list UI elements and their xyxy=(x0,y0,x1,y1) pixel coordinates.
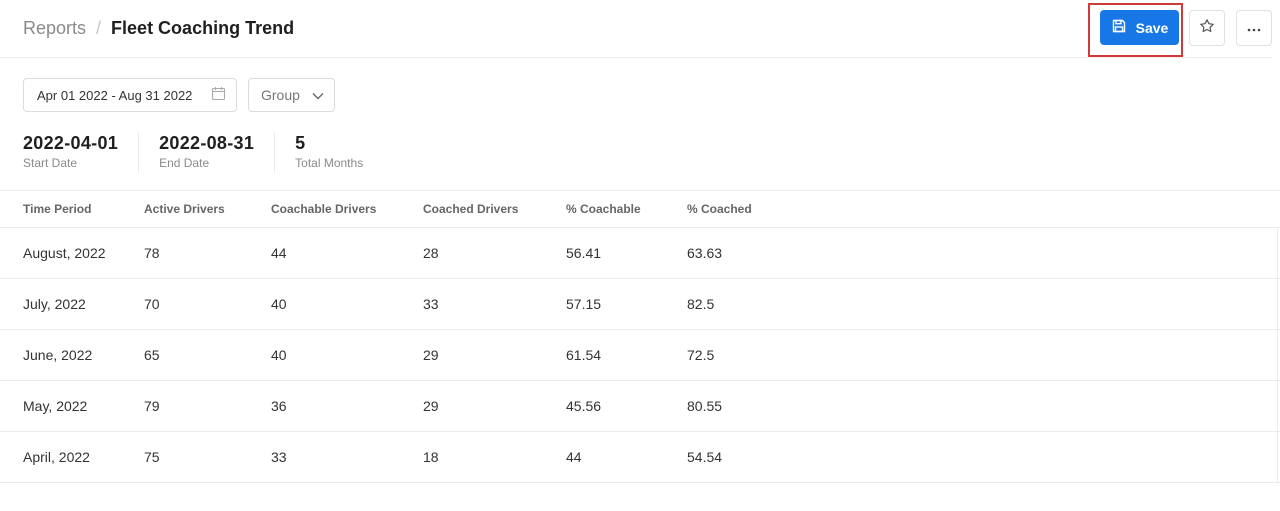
filter-bar: Apr 01 2022 - Aug 31 2022 Group xyxy=(23,78,335,112)
column-header[interactable]: Coached Drivers xyxy=(423,191,518,227)
table-cell: 80.55 xyxy=(687,398,723,414)
report-table: Time Period Active Drivers Coachable Dri… xyxy=(0,190,1280,483)
table-cell: May, 2022 xyxy=(23,398,88,414)
table-cell: June, 2022 xyxy=(23,347,93,363)
table-cell: 18 xyxy=(423,449,439,465)
table-cell: April, 2022 xyxy=(23,449,90,465)
group-select-placeholder: Group xyxy=(261,87,300,103)
chevron-down-icon xyxy=(312,87,324,103)
table-cell: 61.54 xyxy=(566,347,602,363)
date-range-value: Apr 01 2022 - Aug 31 2022 xyxy=(37,87,193,103)
table-cell: July, 2022 xyxy=(23,296,86,312)
page-title: Fleet Coaching Trend xyxy=(111,18,295,38)
table-cell: 40 xyxy=(271,347,287,363)
table-row: May, 2022 79 36 29 45.56 80.55 xyxy=(0,381,1280,432)
table-cell: 78 xyxy=(144,245,160,261)
star-icon xyxy=(1199,18,1215,39)
table-cell: 33 xyxy=(423,296,439,312)
floppy-disk-icon xyxy=(1111,18,1127,37)
table-cell: 82.5 xyxy=(687,296,715,312)
favorite-button[interactable] xyxy=(1189,10,1225,46)
save-button-label: Save xyxy=(1135,19,1169,36)
table-row: June, 2022 65 40 29 61.54 72.5 xyxy=(0,330,1280,381)
table-cell: 57.15 xyxy=(566,296,602,312)
stat-label: Total Months xyxy=(295,156,364,170)
column-header[interactable]: Time Period xyxy=(23,191,91,227)
stat-end-date: 2022-08-31 End Date xyxy=(159,133,276,173)
table-cell: 44 xyxy=(566,449,582,465)
calendar-icon xyxy=(211,86,226,104)
stat-start-date: 2022-04-01 Start Date xyxy=(23,133,140,173)
table-row: July, 2022 70 40 33 57.15 82.5 xyxy=(0,279,1280,330)
table-cell: 72.5 xyxy=(687,347,715,363)
table-cell: 36 xyxy=(271,398,287,414)
ellipsis-icon xyxy=(1247,19,1261,37)
table-cell: 28 xyxy=(423,245,439,261)
date-range-picker[interactable]: Apr 01 2022 - Aug 31 2022 xyxy=(23,78,237,112)
breadcrumb-reports-link[interactable]: Reports xyxy=(23,17,86,39)
save-button[interactable]: Save xyxy=(1100,10,1179,45)
table-cell: 70 xyxy=(144,296,160,312)
table-row: August, 2022 78 44 28 56.41 63.63 xyxy=(0,228,1280,279)
table-cell: 29 xyxy=(423,347,439,363)
page-header: Reports / Fleet Coaching Trend Save xyxy=(0,0,1272,58)
summary-stats: 2022-04-01 Start Date 2022-08-31 End Dat… xyxy=(23,133,403,173)
table-cell: 54.54 xyxy=(687,449,723,465)
more-options-button[interactable] xyxy=(1236,10,1272,46)
breadcrumb: Reports / Fleet Coaching Trend xyxy=(23,17,294,39)
stat-total-months: 5 Total Months xyxy=(295,133,383,173)
column-header[interactable]: % Coachable xyxy=(566,191,641,227)
breadcrumb-separator: / xyxy=(96,18,102,38)
table-header: Time Period Active Drivers Coachable Dri… xyxy=(0,191,1280,228)
stat-label: End Date xyxy=(159,156,210,170)
table-cell: 45.56 xyxy=(566,398,602,414)
table-cell: 44 xyxy=(271,245,287,261)
table-cell: 63.63 xyxy=(687,245,723,261)
stat-value: 5 xyxy=(295,133,306,153)
column-header[interactable]: Active Drivers xyxy=(144,191,225,227)
stat-value: 2022-04-01 xyxy=(23,133,119,153)
table-cell: August, 2022 xyxy=(23,245,106,261)
table-cell: 29 xyxy=(423,398,439,414)
group-select[interactable]: Group xyxy=(248,78,335,112)
table-cell: 40 xyxy=(271,296,287,312)
stat-value: 2022-08-31 xyxy=(159,133,255,153)
table-cell: 79 xyxy=(144,398,160,414)
stat-label: Start Date xyxy=(23,156,78,170)
column-header[interactable]: % Coached xyxy=(687,191,752,227)
table-cell: 65 xyxy=(144,347,160,363)
table-cell: 75 xyxy=(144,449,160,465)
table-cell: 33 xyxy=(271,449,287,465)
table-cell: 56.41 xyxy=(566,245,602,261)
table-scroll-edge xyxy=(1277,227,1278,482)
table-row: April, 2022 75 33 18 44 54.54 xyxy=(0,432,1280,483)
column-header[interactable]: Coachable Drivers xyxy=(271,191,376,227)
